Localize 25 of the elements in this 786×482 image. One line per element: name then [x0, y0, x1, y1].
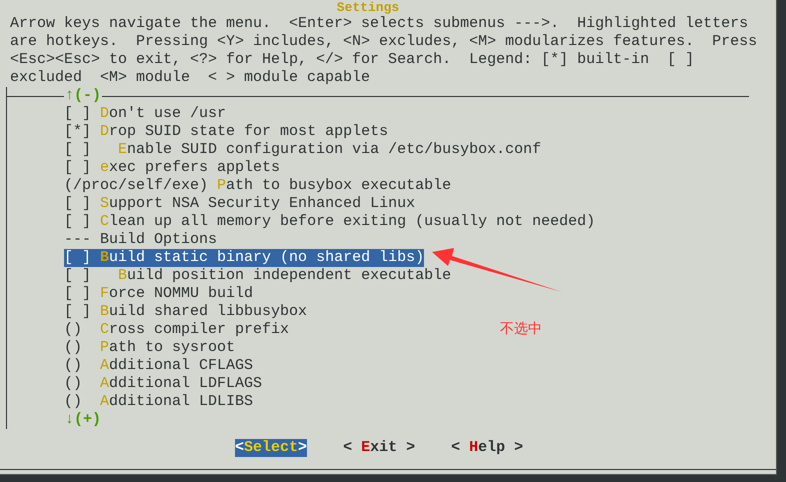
help-text: Arrow keys navigate the menu. <Enter> selects submenus --->. Highlighted letters are hotkeys. Pressing <Y> includes, <N> excludes, <M> modularizes features. Press <Esc><Esc> to exit, <?> for Help, </> for Search. Legend: [*] built-in [ ] excluded <M> module < > module capable	[9, 15, 758, 87]
menu-item[interactable]: [ ] Build shared libbusybox	[64, 303, 308, 321]
menu-item[interactable]: [*] Drop SUID state for most applets	[64, 123, 388, 141]
menu-item[interactable]: [ ] Clean up all memory before exiting (usually not needed)	[64, 213, 596, 231]
menu-item[interactable]: --- Build Options	[64, 231, 218, 249]
menu-item[interactable]: [ ] Force NOMMU build	[64, 285, 254, 303]
dialog-button[interactable]: < Exit >	[343, 439, 416, 457]
dialog-button[interactable]: < Help >	[451, 439, 524, 457]
menu-item[interactable]: [ ] Build static binary (no shared libs)	[64, 249, 424, 267]
menu-item[interactable]: () Path to sysroot	[64, 339, 236, 357]
menu-item[interactable]: () Cross compiler prefix	[64, 321, 290, 339]
menu-item[interactable]: () Additional LDLIBS	[64, 393, 254, 411]
menu-item[interactable]: [ ] Enable SUID configuration via /etc/busybox.conf	[64, 141, 542, 159]
annotation-note: 不选中	[500, 320, 542, 338]
menu-item[interactable]: [ ] Don't use /usr	[64, 105, 226, 123]
menu-item[interactable]: () Additional LDFLAGS	[64, 375, 262, 393]
dialog-button[interactable]: <Select>	[235, 439, 308, 457]
menu-item[interactable]: [ ] Support NSA Security Enhanced Linux	[64, 195, 416, 213]
dialog-title: Settings	[336, 0, 400, 15]
menu-item[interactable]: (/proc/self/exe) Path to busybox executable	[64, 177, 452, 195]
scroll-up-indicator: ↑(-)	[64, 87, 102, 105]
scroll-down-indicator: ↓(+)	[64, 411, 102, 429]
menu-item[interactable]: () Additional CFLAGS	[64, 357, 254, 375]
menu-item[interactable]: [ ] exec prefers applets	[64, 159, 280, 177]
menu-item[interactable]: [ ] Build position independent executable	[64, 267, 452, 285]
